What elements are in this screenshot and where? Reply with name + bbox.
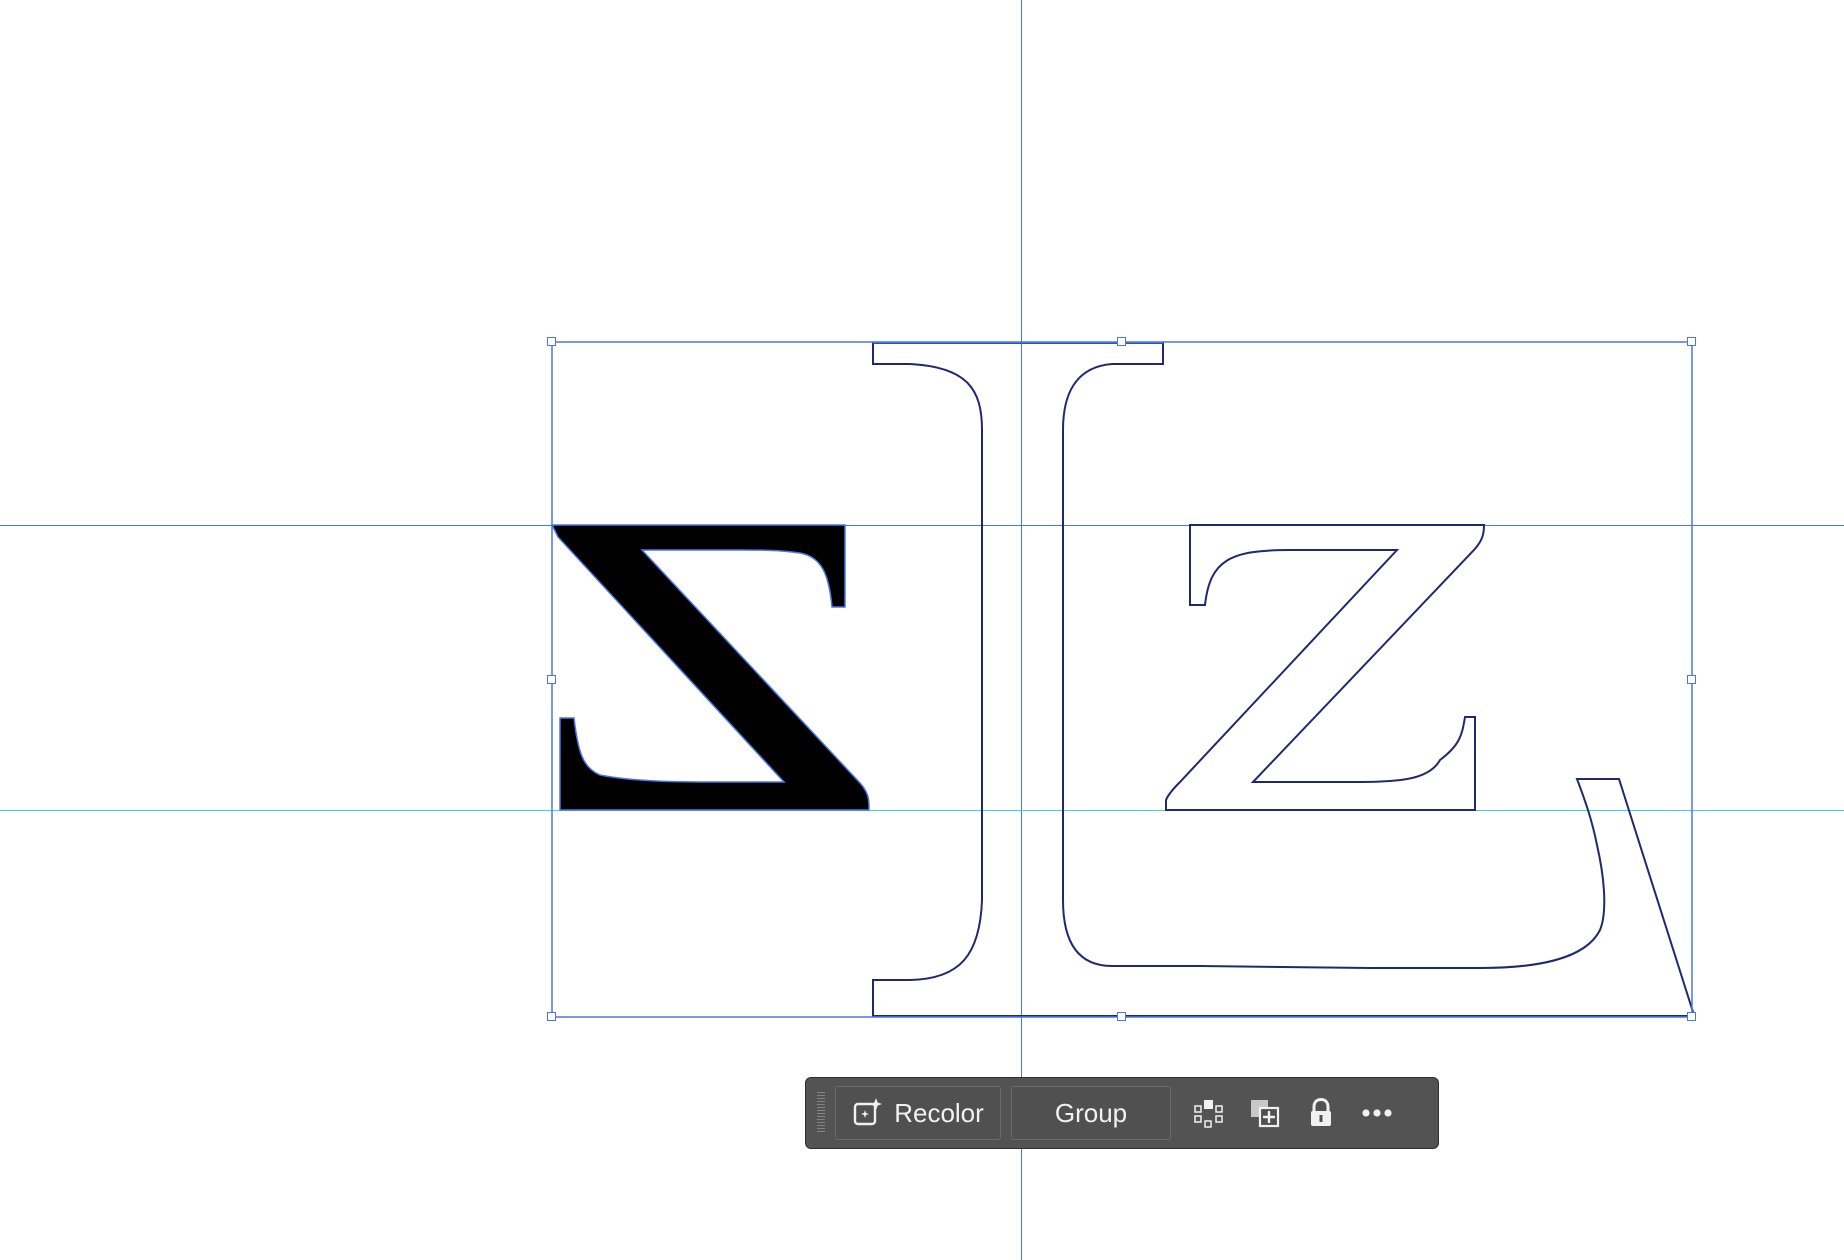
handle-top-right[interactable] <box>1687 337 1696 346</box>
handle-top-center[interactable] <box>1117 337 1126 346</box>
handle-middle-right[interactable] <box>1687 675 1696 684</box>
contextual-taskbar[interactable]: Recolor Group <box>805 1077 1439 1149</box>
artwork-layer <box>550 341 1694 1018</box>
drag-grip-handle[interactable] <box>817 1092 825 1134</box>
lock-icon[interactable] <box>1293 1086 1349 1140</box>
sigma-glyph[interactable] <box>550 524 870 811</box>
arrange-icon[interactable] <box>1237 1086 1293 1140</box>
artboard-canvas[interactable] <box>0 0 1844 1260</box>
handle-bottom-left[interactable] <box>547 1012 556 1021</box>
letter-z-outline[interactable] <box>1165 524 1486 811</box>
recolor-button[interactable]: Recolor <box>835 1086 1001 1140</box>
group-label: Group <box>1054 1097 1128 1128</box>
handle-bottom-right[interactable] <box>1687 1012 1696 1021</box>
handle-top-left[interactable] <box>547 337 556 346</box>
handle-bottom-center[interactable] <box>1117 1012 1126 1021</box>
letter-i-outline[interactable] <box>872 342 1694 1017</box>
recolor-sparkle-icon <box>852 1097 884 1129</box>
handle-middle-left[interactable] <box>547 675 556 684</box>
more-icon[interactable] <box>1349 1086 1405 1140</box>
group-button[interactable]: Group <box>1011 1086 1171 1140</box>
recolor-label: Recolor <box>894 1097 984 1128</box>
isolate-icon[interactable] <box>1181 1086 1237 1140</box>
